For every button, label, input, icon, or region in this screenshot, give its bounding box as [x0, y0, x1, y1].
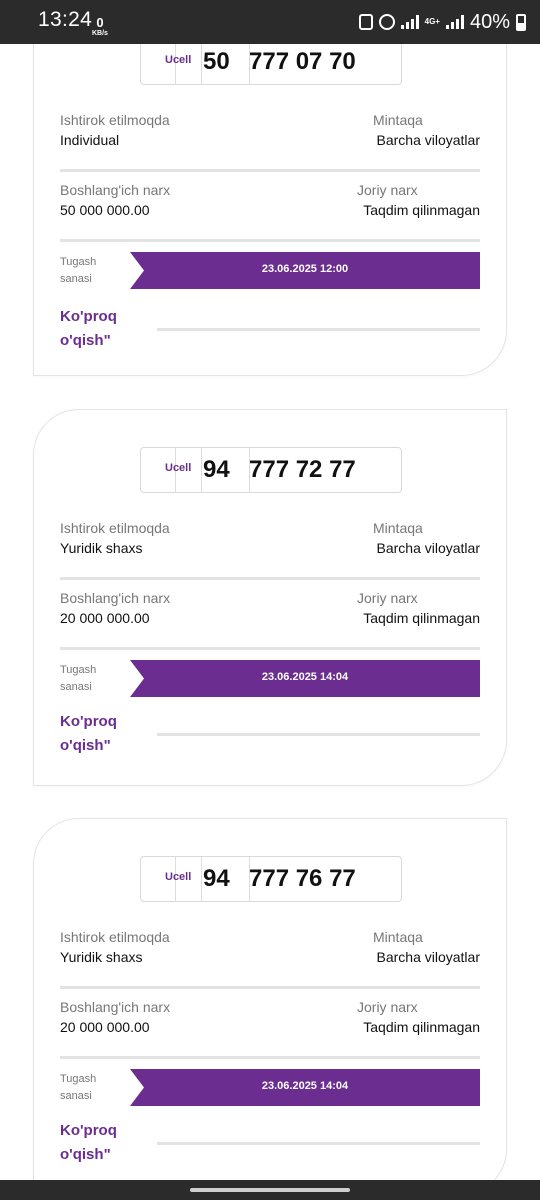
deadline-bar: 23.06.2025 12:00	[130, 252, 480, 289]
deadline-value: 23.06.2025 14:04	[261, 671, 349, 683]
region-value: Barcha viloyatlar	[376, 132, 481, 148]
current-price-value: Taqdim qilinmagan	[363, 202, 480, 218]
battery-icon	[516, 13, 526, 31]
deadline-row: Tugash sanasi 23.06.2025 14:04	[60, 660, 480, 698]
price-row: Boshlang'ich narx 20 000 000.00 Joriy na…	[60, 590, 480, 650]
alarm-icon	[378, 14, 395, 30]
operator-brand: Ucell	[165, 871, 192, 883]
read-more-line2: o'qish"	[60, 332, 111, 349]
participant-label: Ishtirok etilmoqda	[60, 929, 170, 945]
region-label: Mintaqa	[373, 520, 423, 536]
participant-label: Ishtirok etilmoqda	[60, 112, 170, 128]
participant-region-row: Ishtirok etilmoqda Yuridik shaxs Mintaqa…	[60, 520, 480, 580]
current-price-label: Joriy narx	[357, 182, 418, 198]
read-more-line2: o'qish"	[60, 737, 111, 754]
price-row: Boshlang'ich narx 50 000 000.00 Joriy na…	[60, 182, 480, 242]
participant-value: Yuridik shaxs	[60, 949, 143, 965]
network-speed-value: 0	[96, 15, 104, 30]
current-price-label: Joriy narx	[357, 590, 418, 606]
operator-brand: Ucell	[165, 462, 192, 474]
deadline-label-line1: Tugash	[60, 664, 97, 676]
status-bar: 13:24 0 KB/s 4G+ 40%	[0, 0, 540, 44]
read-more-link[interactable]: Ko'proq o'qish"	[60, 305, 140, 353]
deadline-value: 23.06.2025 12:00	[261, 263, 349, 275]
deadline-label: Tugash sanasi	[60, 662, 120, 696]
sim-number-plate: Ucell 94 777 76 77	[140, 856, 402, 902]
participant-value: Yuridik shaxs	[60, 540, 143, 556]
read-more-link[interactable]: Ko'proq o'qish"	[60, 1119, 140, 1167]
deadline-row: Tugash sanasi 23.06.2025 12:00	[60, 252, 480, 290]
deadline-label-line2: sanasi	[60, 273, 92, 285]
status-icons: 4G+ 40%	[358, 10, 526, 34]
deadline-label-line2: sanasi	[60, 1090, 92, 1102]
number-prefix: 50	[203, 48, 230, 75]
number-prefix: 94	[203, 865, 230, 892]
divider	[157, 733, 480, 736]
participant-region-row: Ishtirok etilmoqda Individual Mintaqa Ba…	[60, 112, 480, 172]
auction-list[interactable]: Ucell 50 777 07 70 Ishtirok etilmoqda In…	[0, 44, 540, 1180]
signal-icon-2	[445, 15, 464, 29]
network-speed-unit: KB/s	[92, 30, 108, 37]
participant-label: Ishtirok etilmoqda	[60, 520, 170, 536]
battery-percent: 40%	[469, 10, 510, 33]
phone-number: 777 72 77	[249, 456, 356, 483]
network-type-icon: 4G+	[424, 17, 440, 26]
price-row: Boshlang'ich narx 20 000 000.00 Joriy na…	[60, 999, 480, 1059]
clock: 13:24	[38, 8, 93, 31]
read-more-link[interactable]: Ko'proq o'qish"	[60, 710, 140, 758]
deadline-label-line1: Tugash	[60, 256, 97, 268]
region-label: Mintaqa	[373, 112, 423, 128]
sim-number-plate: Ucell 94 777 72 77	[140, 447, 402, 493]
start-price-value: 20 000 000.00	[60, 610, 150, 626]
deadline-label: Tugash sanasi	[60, 1071, 120, 1105]
deadline-bar: 23.06.2025 14:04	[130, 1069, 480, 1106]
system-nav-bar	[0, 1180, 540, 1200]
read-more-line1: Ko'proq	[60, 713, 117, 730]
current-price-value: Taqdim qilinmagan	[363, 1019, 480, 1035]
number-prefix: 94	[203, 456, 230, 483]
deadline-label-line1: Tugash	[60, 1073, 97, 1085]
operator-brand: Ucell	[165, 54, 192, 66]
region-label: Mintaqa	[373, 929, 423, 945]
deadline-row: Tugash sanasi 23.06.2025 14:04	[60, 1069, 480, 1107]
deadline-bar: 23.06.2025 14:04	[130, 660, 480, 697]
read-more-line1: Ko'proq	[60, 308, 117, 325]
home-gesture-handle[interactable]	[190, 1188, 350, 1192]
region-value: Barcha viloyatlar	[376, 949, 481, 965]
start-price-label: Boshlang'ich narx	[60, 182, 171, 198]
start-price-label: Boshlang'ich narx	[60, 590, 171, 606]
deadline-label: Tugash sanasi	[60, 254, 120, 288]
deadline-value: 23.06.2025 14:04	[261, 1080, 349, 1092]
sync-icon	[358, 14, 373, 30]
phone-number: 777 76 77	[249, 865, 356, 892]
signal-icon	[400, 15, 419, 29]
number-card[interactable]: Ucell 94 777 76 77 Ishtirok etilmoqda Yu…	[33, 818, 507, 1180]
read-more-line2: o'qish"	[60, 1146, 111, 1163]
sim-number-plate: Ucell 50 777 07 70	[140, 44, 402, 85]
region-value: Barcha viloyatlar	[376, 540, 481, 556]
divider	[157, 1142, 480, 1145]
divider	[157, 328, 480, 331]
number-card[interactable]: Ucell 50 777 07 70 Ishtirok etilmoqda In…	[33, 44, 507, 376]
network-speed: 0 KB/s	[92, 15, 108, 39]
current-price-label: Joriy narx	[357, 999, 418, 1015]
current-price-value: Taqdim qilinmagan	[363, 610, 480, 626]
deadline-label-line2: sanasi	[60, 681, 92, 693]
participant-value: Individual	[60, 132, 120, 148]
participant-region-row: Ishtirok etilmoqda Yuridik shaxs Mintaqa…	[60, 929, 480, 989]
number-card[interactable]: Ucell 94 777 72 77 Ishtirok etilmoqda Yu…	[33, 409, 507, 786]
phone-number: 777 07 70	[249, 48, 356, 75]
start-price-label: Boshlang'ich narx	[60, 999, 171, 1015]
read-more-line1: Ko'proq	[60, 1122, 117, 1139]
start-price-value: 50 000 000.00	[60, 202, 150, 218]
start-price-value: 20 000 000.00	[60, 1019, 150, 1035]
